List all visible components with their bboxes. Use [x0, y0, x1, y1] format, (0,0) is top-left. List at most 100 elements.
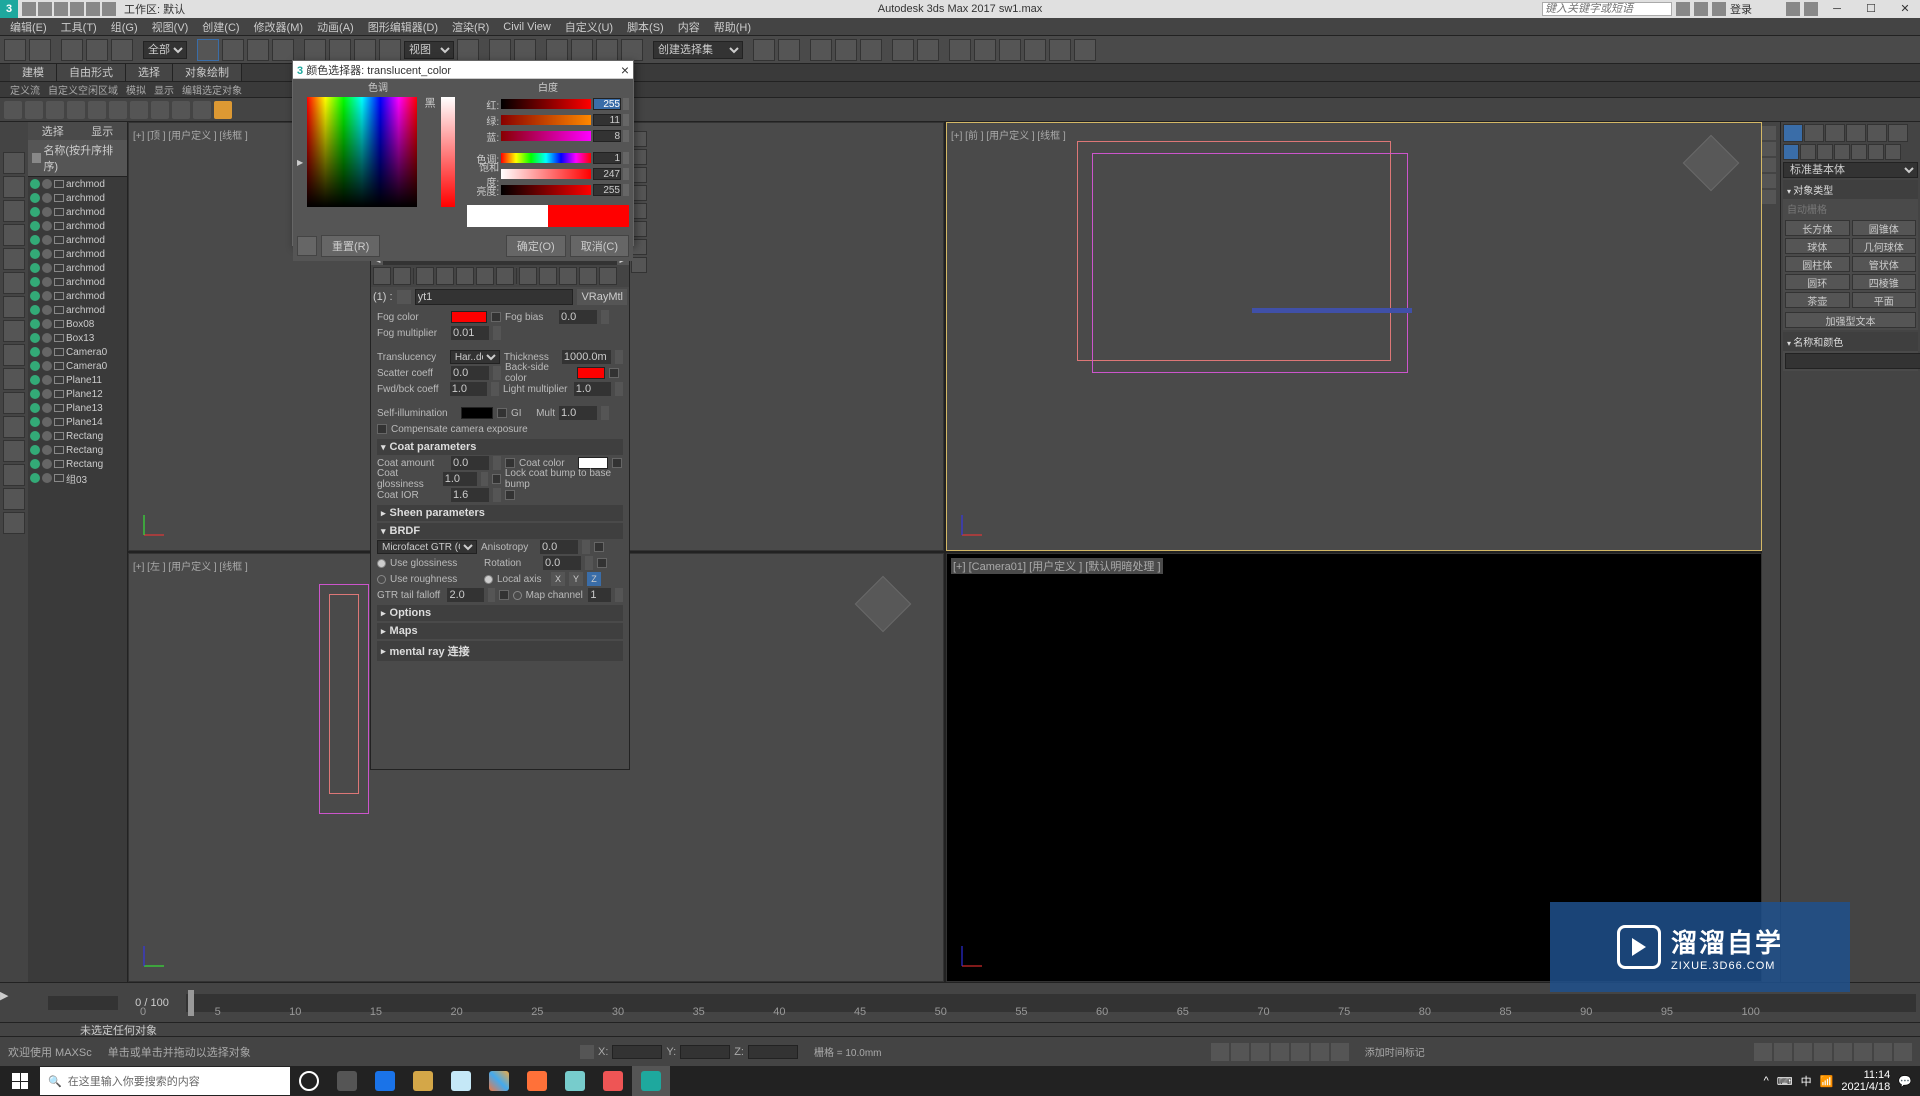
goto-start-icon[interactable]	[1211, 1043, 1229, 1061]
textplus-btn[interactable]: 加强型文本	[1785, 312, 1916, 328]
firefox-icon[interactable]	[518, 1066, 556, 1096]
fog-bias-spinner[interactable]: 0.0	[559, 310, 597, 324]
mental-rollout-hdr[interactable]: mental ray 连接	[377, 641, 623, 661]
info-center-icon[interactable]	[1676, 2, 1690, 16]
viewcube[interactable]	[855, 576, 912, 633]
qat-redo-icon[interactable]	[86, 2, 100, 16]
list-item[interactable]: archmod	[28, 247, 127, 261]
h-slider[interactable]	[501, 153, 591, 163]
visibility-icon[interactable]	[30, 473, 40, 483]
play-icon[interactable]	[1251, 1043, 1269, 1061]
render-icon[interactable]	[3, 416, 25, 438]
list-item[interactable]: archmod	[28, 303, 127, 317]
freeze-icon[interactable]	[42, 445, 52, 455]
selection-filter[interactable]: 全部	[143, 41, 187, 59]
freeze-icon[interactable]	[42, 319, 52, 329]
schematic-view-button[interactable]	[892, 39, 914, 61]
y-input[interactable]	[680, 1045, 730, 1059]
bind-spacewarp-button[interactable]	[111, 39, 133, 61]
visibility-icon[interactable]	[30, 263, 40, 273]
freeze-icon[interactable]	[42, 263, 52, 273]
tab-motion[interactable]	[1846, 124, 1866, 142]
render-button[interactable]	[999, 39, 1021, 61]
visibility-icon[interactable]	[30, 193, 40, 203]
menu-create[interactable]: 创建(C)	[196, 19, 245, 35]
ribbon-tab-modeling[interactable]: 建模	[10, 64, 57, 81]
visibility-icon[interactable]	[30, 459, 40, 469]
vp-layout-icon[interactable]	[1762, 158, 1776, 172]
qat-open-icon[interactable]	[38, 2, 52, 16]
crowd-icon[interactable]	[109, 101, 127, 119]
list-item[interactable]: Rectang	[28, 443, 127, 457]
region-zoom-icon[interactable]	[1854, 1043, 1872, 1061]
s-slider[interactable]	[501, 169, 591, 179]
list-item[interactable]: Plane13	[28, 401, 127, 415]
list-item[interactable]: Rectang	[28, 457, 127, 471]
gtr-spinner[interactable]: 2.0	[447, 588, 483, 602]
select-by-mat-icon[interactable]	[631, 257, 647, 273]
viewport-front[interactable]: [+] [前 ] [用户定义 ] [线框 ]	[946, 122, 1762, 551]
primitive-button[interactable]: 平面	[1852, 292, 1917, 308]
axis-x-btn[interactable]: X	[551, 572, 565, 586]
freeze-icon[interactable]	[42, 333, 52, 343]
use-rough-radio[interactable]	[377, 575, 386, 584]
app3-icon[interactable]	[594, 1066, 632, 1096]
freeze-icon[interactable]	[42, 403, 52, 413]
qat-new-icon[interactable]	[22, 2, 36, 16]
ribbon-toggle-button[interactable]	[835, 39, 857, 61]
menu-graph[interactable]: 图形编辑器(D)	[362, 19, 444, 35]
render-iterative-button[interactable]	[1049, 39, 1071, 61]
menu-content[interactable]: 内容	[672, 19, 706, 35]
visibility-icon[interactable]	[30, 179, 40, 189]
tray-notification-icon[interactable]: 💬	[1898, 1075, 1912, 1088]
manipulate-button[interactable]	[489, 39, 511, 61]
tab-hierarchy[interactable]	[1825, 124, 1845, 142]
tray-net-icon[interactable]: 📶	[1820, 1075, 1834, 1088]
map-chan-radio[interactable]	[513, 591, 522, 600]
align-button[interactable]	[778, 39, 800, 61]
circle2-icon[interactable]	[172, 101, 190, 119]
freeze-icon[interactable]	[42, 235, 52, 245]
taskbar-search[interactable]: 🔍 在这里输入你要搜索的内容	[40, 1067, 290, 1095]
freeze-icon[interactable]	[42, 193, 52, 203]
pan-icon[interactable]	[1754, 1043, 1772, 1061]
ribbon-tab-freeform[interactable]: 自由形式	[57, 64, 126, 81]
list-item[interactable]: Plane11	[28, 373, 127, 387]
translucency-type[interactable]: Har..del	[450, 350, 500, 364]
freeze-icon[interactable]	[42, 375, 52, 385]
tray-kb-icon[interactable]: ⌨	[1777, 1075, 1793, 1088]
list-item[interactable]: Camera0	[28, 359, 127, 373]
cancel-button[interactable]: 取消(C)	[570, 235, 629, 257]
cat-helpers[interactable]	[1851, 144, 1867, 160]
list-item[interactable]: archmod	[28, 177, 127, 191]
tray-ime-label[interactable]: 中	[1801, 1073, 1812, 1089]
fov-icon[interactable]	[1874, 1043, 1892, 1061]
sub-display[interactable]: 显示	[154, 82, 174, 97]
menu-animation[interactable]: 动画(A)	[311, 19, 360, 35]
a360-render-button[interactable]	[1074, 39, 1096, 61]
hierarchy-icon[interactable]	[3, 200, 25, 222]
visibility-icon[interactable]	[30, 291, 40, 301]
visibility-icon[interactable]	[30, 417, 40, 427]
coat-amount-map-chk[interactable]	[505, 458, 515, 468]
list-item[interactable]: Box13	[28, 331, 127, 345]
scatter-spinner[interactable]: 0.0	[451, 366, 489, 380]
selfillum-map-chk[interactable]	[497, 408, 507, 418]
anim-icon[interactable]	[3, 440, 25, 462]
key-mode-icon[interactable]	[1311, 1043, 1329, 1061]
spinner-snap-button[interactable]	[621, 39, 643, 61]
list-item[interactable]: 组03	[28, 471, 127, 485]
user-icon[interactable]	[1712, 2, 1726, 16]
b-slider[interactable]	[501, 131, 591, 141]
link-button[interactable]	[61, 39, 83, 61]
pivot-center-button[interactable]	[457, 39, 479, 61]
v-input[interactable]	[593, 184, 621, 196]
named-selection-set[interactable]: 创建选择集	[653, 41, 743, 59]
selfillum-swatch[interactable]	[461, 407, 493, 419]
viewport-front-label[interactable]: [+] [前 ] [用户定义 ] [线框 ]	[951, 127, 1066, 142]
maximize-button[interactable]: ☐	[1856, 0, 1886, 18]
coat-gloss-spinner[interactable]: 1.0	[443, 472, 477, 486]
freeze-icon[interactable]	[42, 389, 52, 399]
vp-safe-icon[interactable]	[1762, 174, 1776, 188]
layer-manager-button[interactable]	[810, 39, 832, 61]
